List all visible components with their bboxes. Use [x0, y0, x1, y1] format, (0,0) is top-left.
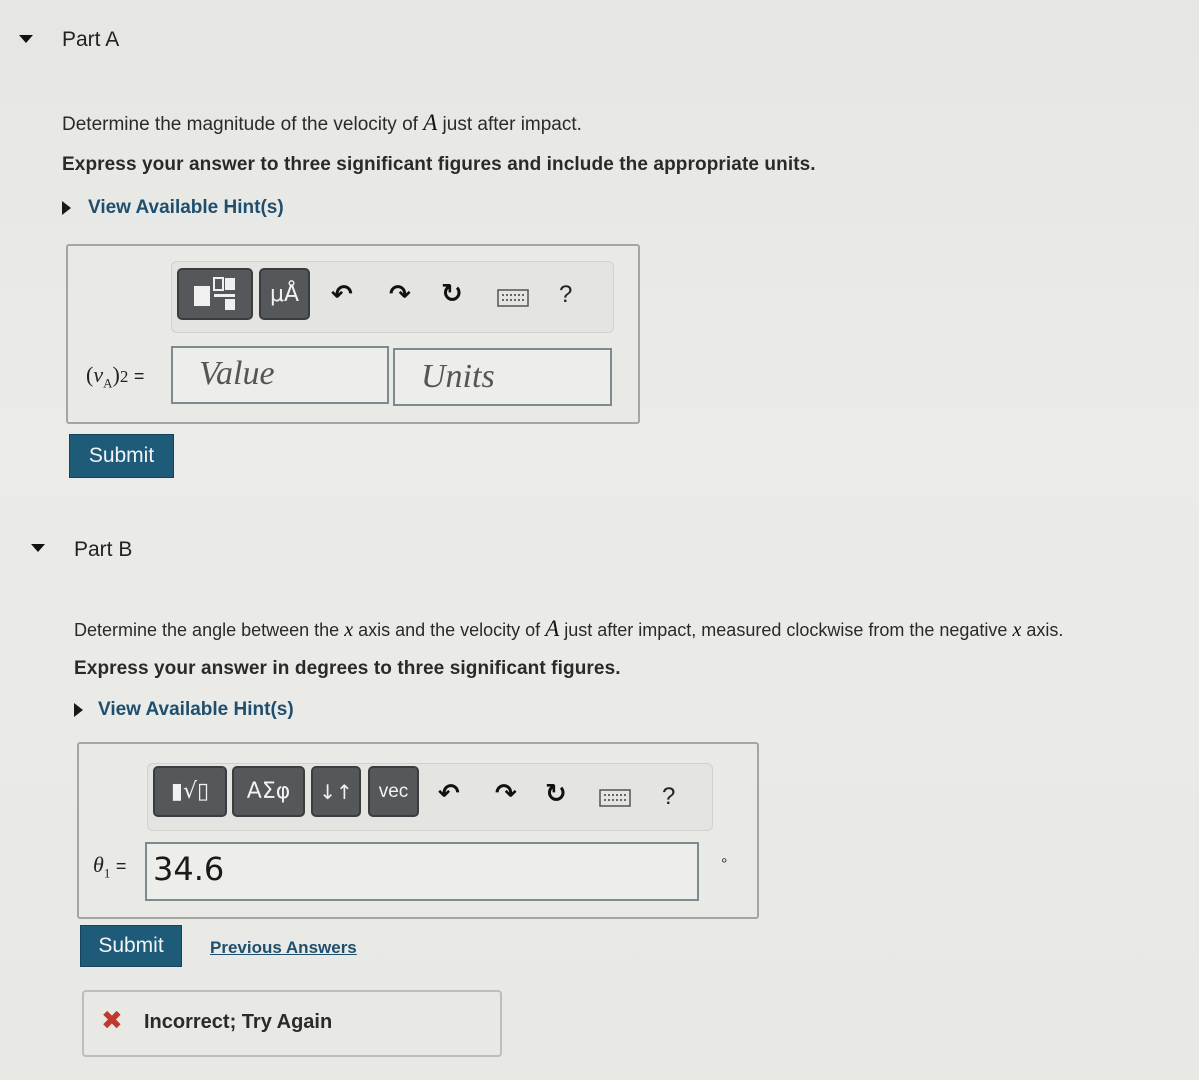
- help-button[interactable]: ?: [662, 783, 675, 811]
- part-b-hint-label: View Available Hint(s): [98, 699, 294, 720]
- previous-answers-link[interactable]: Previous Answers: [210, 938, 357, 958]
- keyboard-icon[interactable]: [497, 289, 529, 312]
- undo-icon[interactable]: ↶: [438, 779, 460, 809]
- templates-icon: [194, 277, 235, 310]
- part-b-answer-label: θ1 =: [93, 852, 127, 881]
- part-a-hint-label: View Available Hint(s): [88, 197, 284, 218]
- angle-input[interactable]: 34.6: [145, 842, 699, 901]
- angle-input-value: 34.6: [153, 850, 225, 888]
- units-input[interactable]: Units: [393, 348, 612, 406]
- caret-right-icon: [74, 703, 83, 717]
- caret-right-icon: [62, 201, 71, 215]
- redo-icon[interactable]: ↷: [495, 779, 517, 809]
- part-a-submit-button[interactable]: Submit: [69, 434, 174, 478]
- part-b-collapse-toggle[interactable]: [31, 544, 45, 552]
- part-b-submit-button[interactable]: Submit: [80, 925, 182, 967]
- value-input[interactable]: Value: [171, 346, 389, 404]
- reset-icon[interactable]: ↻: [441, 279, 463, 309]
- part-a-hint-toggle[interactable]: View Available Hint(s): [62, 197, 284, 219]
- degree-unit: °: [721, 856, 728, 873]
- part-a-question: Determine the magnitude of the velocity …: [62, 110, 582, 135]
- reset-icon[interactable]: ↻: [545, 779, 567, 809]
- part-b-question: Determine the angle between the x axis a…: [74, 616, 1064, 641]
- part-a-collapse-toggle[interactable]: [19, 35, 33, 43]
- part-b-hint-toggle[interactable]: View Available Hint(s): [74, 699, 294, 721]
- templates-sqrt-button[interactable]: ▮√▯: [153, 766, 227, 817]
- undo-icon[interactable]: ↶: [331, 280, 353, 310]
- help-button[interactable]: ?: [559, 281, 572, 309]
- part-a-instruction: Express your answer to three significant…: [62, 154, 816, 175]
- error-x-icon: ✖: [101, 1006, 123, 1036]
- redo-icon[interactable]: ↷: [389, 280, 411, 310]
- part-a-answer-label: (vA)2 =: [86, 362, 145, 391]
- vec-button[interactable]: vec: [368, 766, 419, 817]
- feedback-text: Incorrect; Try Again: [144, 1011, 333, 1033]
- part-b-instruction: Express your answer in degrees to three …: [74, 658, 621, 679]
- templates-button[interactable]: [177, 268, 253, 320]
- units-button[interactable]: μÅ: [259, 268, 310, 320]
- keyboard-icon[interactable]: [599, 789, 631, 812]
- arrows-button[interactable]: ↓↑: [311, 766, 361, 817]
- part-a-title: Part A: [62, 28, 120, 51]
- greek-symbols-button[interactable]: ΑΣφ: [232, 766, 305, 817]
- part-b-title: Part B: [74, 538, 133, 561]
